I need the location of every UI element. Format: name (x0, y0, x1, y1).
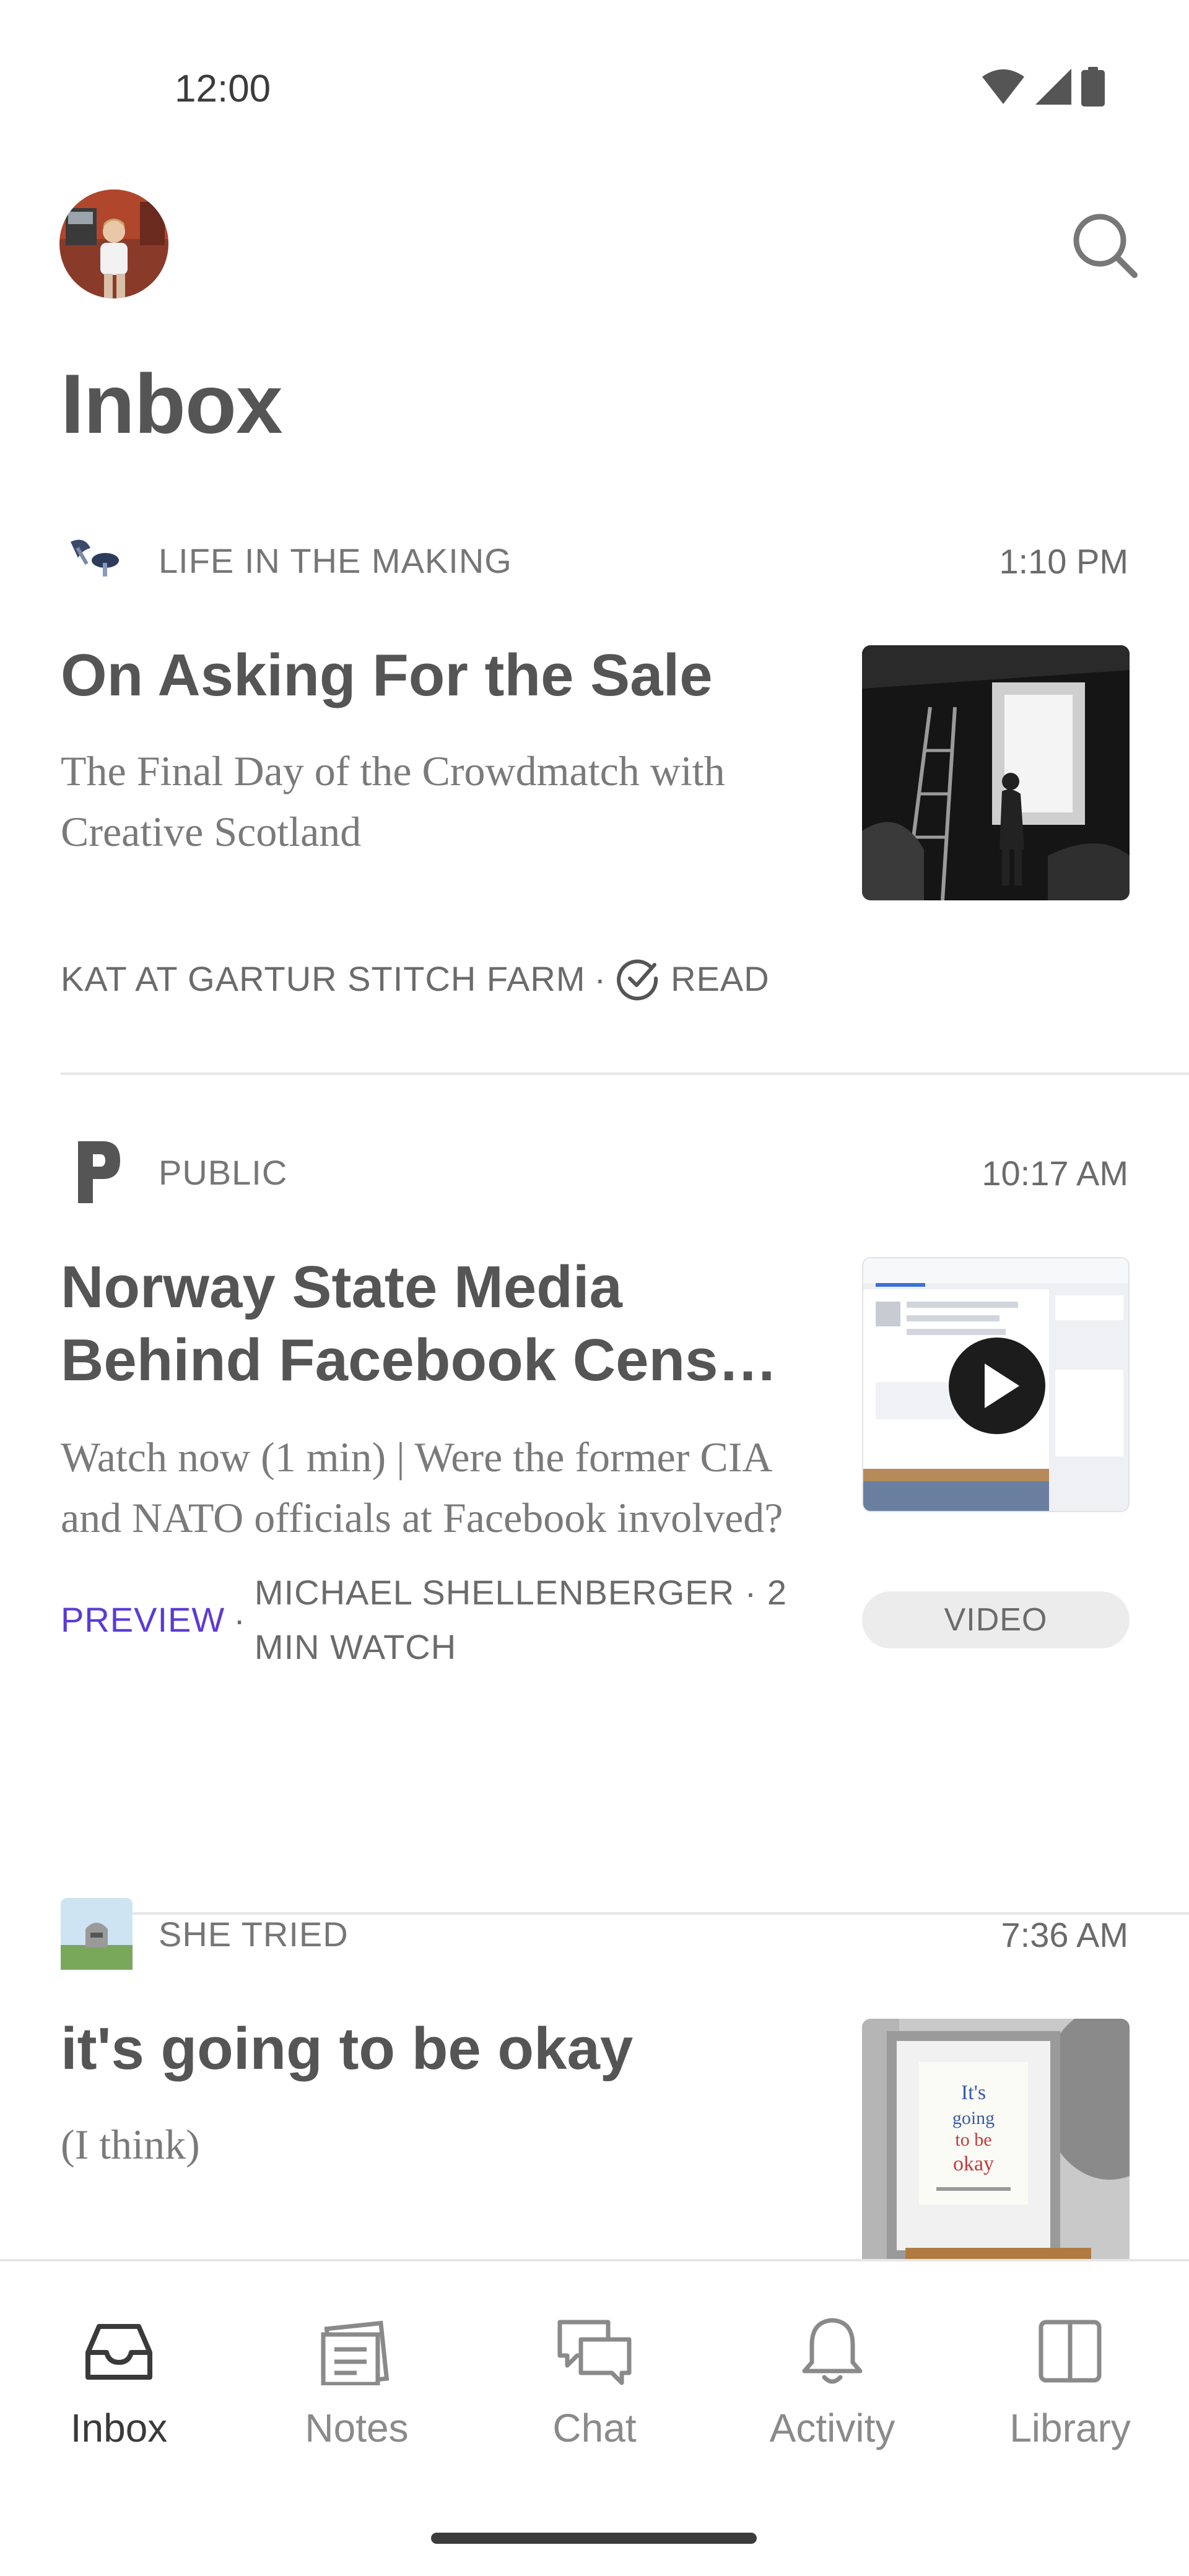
nav-label: Chat (552, 2406, 637, 2450)
home-indicator[interactable] (431, 2533, 757, 2544)
search-button[interactable] (1068, 208, 1142, 282)
post-title[interactable]: it's going to be okay (61, 2012, 829, 2086)
notes-icon (316, 2311, 397, 2391)
meta-separator: · (233, 1600, 246, 1639)
nav-chat[interactable]: Chat (476, 2311, 713, 2472)
status-bar: 12:00 (0, 0, 1189, 180)
post-time: 1:10 PM (999, 542, 1128, 581)
publication-row: LIFE IN THE MAKING (61, 533, 512, 588)
read-status: READ (671, 959, 770, 998)
post-subtitle: The Final Day of the Crowdmatch with Cre… (61, 747, 725, 855)
inbox-icon (79, 2311, 159, 2391)
publication-name[interactable]: PUBLIC (159, 1152, 287, 1193)
she-tried-logo-icon (61, 1898, 133, 1970)
post-author[interactable]: KAT AT GARTUR STITCH FARM (61, 959, 585, 999)
video-badge: VIDEO (862, 1591, 1130, 1648)
svg-text:going: going (952, 2108, 995, 2128)
post-subtitle: (I think) (61, 2121, 200, 2168)
post-title[interactable]: Norway State Media Behind Facebook Cens… (61, 1251, 829, 1397)
post-subtitle: Watch now (1 min) | Were the former CIA … (61, 1434, 783, 1541)
nav-label: Activity (769, 2406, 895, 2450)
publication-row: PUBLIC (61, 1141, 287, 1203)
publication-name[interactable]: LIFE IN THE MAKING (159, 541, 512, 581)
search-icon (1073, 214, 1138, 278)
nav-label: Library (1009, 2406, 1131, 2450)
post-time: 10:17 AM (982, 1154, 1128, 1193)
nav-label: Inbox (70, 2406, 168, 2450)
chat-icon (554, 2311, 635, 2391)
post-author[interactable]: MICHAEL SHELLENBERGER · 2 MIN WATCH (255, 1565, 791, 1674)
wifi-icon (982, 69, 1024, 104)
svg-text:to be: to be (955, 2130, 991, 2150)
read-check-icon (617, 959, 658, 1001)
preview-label[interactable]: PREVIEW (61, 1593, 225, 1647)
video-thumbnail[interactable] (862, 1257, 1130, 1512)
battery-icon (1081, 67, 1105, 107)
publication-name[interactable]: SHE TRIED (159, 1914, 349, 1954)
status-time: 12:00 (175, 67, 271, 110)
post-meta: KAT AT GARTUR STITCH FARM · READ (61, 954, 770, 1003)
bell-icon (792, 2311, 873, 2391)
bottom-nav: Inbox Notes Chat Activity Library (0, 2259, 1189, 2576)
post-meta: PREVIEW · MICHAEL SHELLENBERGER · 2 MIN … (61, 1565, 791, 1674)
nav-library[interactable]: Library (951, 2311, 1189, 2472)
nav-label: Notes (305, 2406, 409, 2450)
post-thumbnail[interactable] (862, 645, 1130, 900)
page-title: Inbox (61, 357, 283, 451)
svg-text:It's: It's (961, 2081, 986, 2104)
nav-inbox[interactable]: Inbox (0, 2311, 238, 2472)
mushroom-logo-icon (61, 524, 133, 596)
divider (61, 1073, 1189, 1075)
publication-row: SHE TRIED (61, 1898, 349, 1970)
post-title[interactable]: On Asking For the Sale (61, 639, 829, 712)
library-icon (1030, 2311, 1110, 2391)
svg-text:okay: okay (953, 2152, 994, 2175)
avatar[interactable] (59, 189, 168, 298)
status-icons (981, 67, 1105, 107)
signal-icon (1035, 69, 1071, 105)
post-time: 7:36 AM (1001, 1915, 1128, 1954)
meta-separator: · (594, 959, 607, 998)
nav-activity[interactable]: Activity (713, 2311, 951, 2472)
public-logo-icon (61, 1136, 133, 1208)
post-thumbnail[interactable]: It's going to be okay (862, 2019, 1130, 2266)
nav-notes[interactable]: Notes (238, 2311, 476, 2472)
